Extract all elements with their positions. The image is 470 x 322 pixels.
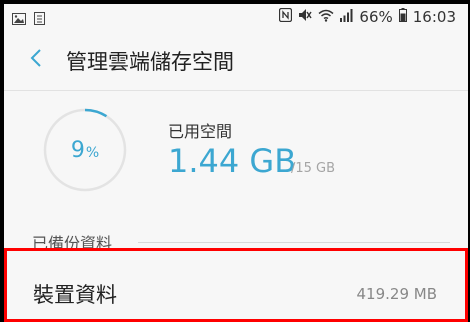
used-space-value: 1.44 GB <box>168 142 297 180</box>
back-button[interactable] <box>20 44 52 76</box>
used-space-label: 已用空間 <box>168 122 233 141</box>
app-header: 管理雲端儲存空間 <box>4 32 468 88</box>
usage-percent: 9% <box>42 107 128 193</box>
sim-notification-icon <box>34 11 45 29</box>
total-space-value: /15 GB <box>291 161 336 176</box>
battery-percent: 66% <box>359 8 393 26</box>
nfc-icon <box>279 7 293 26</box>
mute-icon <box>298 8 313 26</box>
usage-percent-value: 9 <box>70 137 85 163</box>
image-notification-icon <box>12 11 26 29</box>
section-divider <box>138 242 450 243</box>
device-data-size: 419.29 MB <box>356 285 438 303</box>
status-bar: 66% 16:03 <box>4 4 468 32</box>
device-data-row[interactable]: 裝置資料 419.29 MB <box>4 248 468 322</box>
wifi-icon <box>318 8 334 26</box>
screen: 66% 16:03 管理雲端儲存空間 9% 已用空間 1.44 GB /15 G… <box>4 4 468 322</box>
signal-icon <box>340 8 353 26</box>
chevron-left-icon <box>30 48 42 72</box>
battery-icon <box>398 8 407 26</box>
device-data-label: 裝置資料 <box>33 283 117 307</box>
usage-percent-sign: % <box>85 144 100 161</box>
header-divider <box>4 90 468 91</box>
clock: 16:03 <box>412 8 456 26</box>
page-title: 管理雲端儲存空間 <box>66 50 234 74</box>
